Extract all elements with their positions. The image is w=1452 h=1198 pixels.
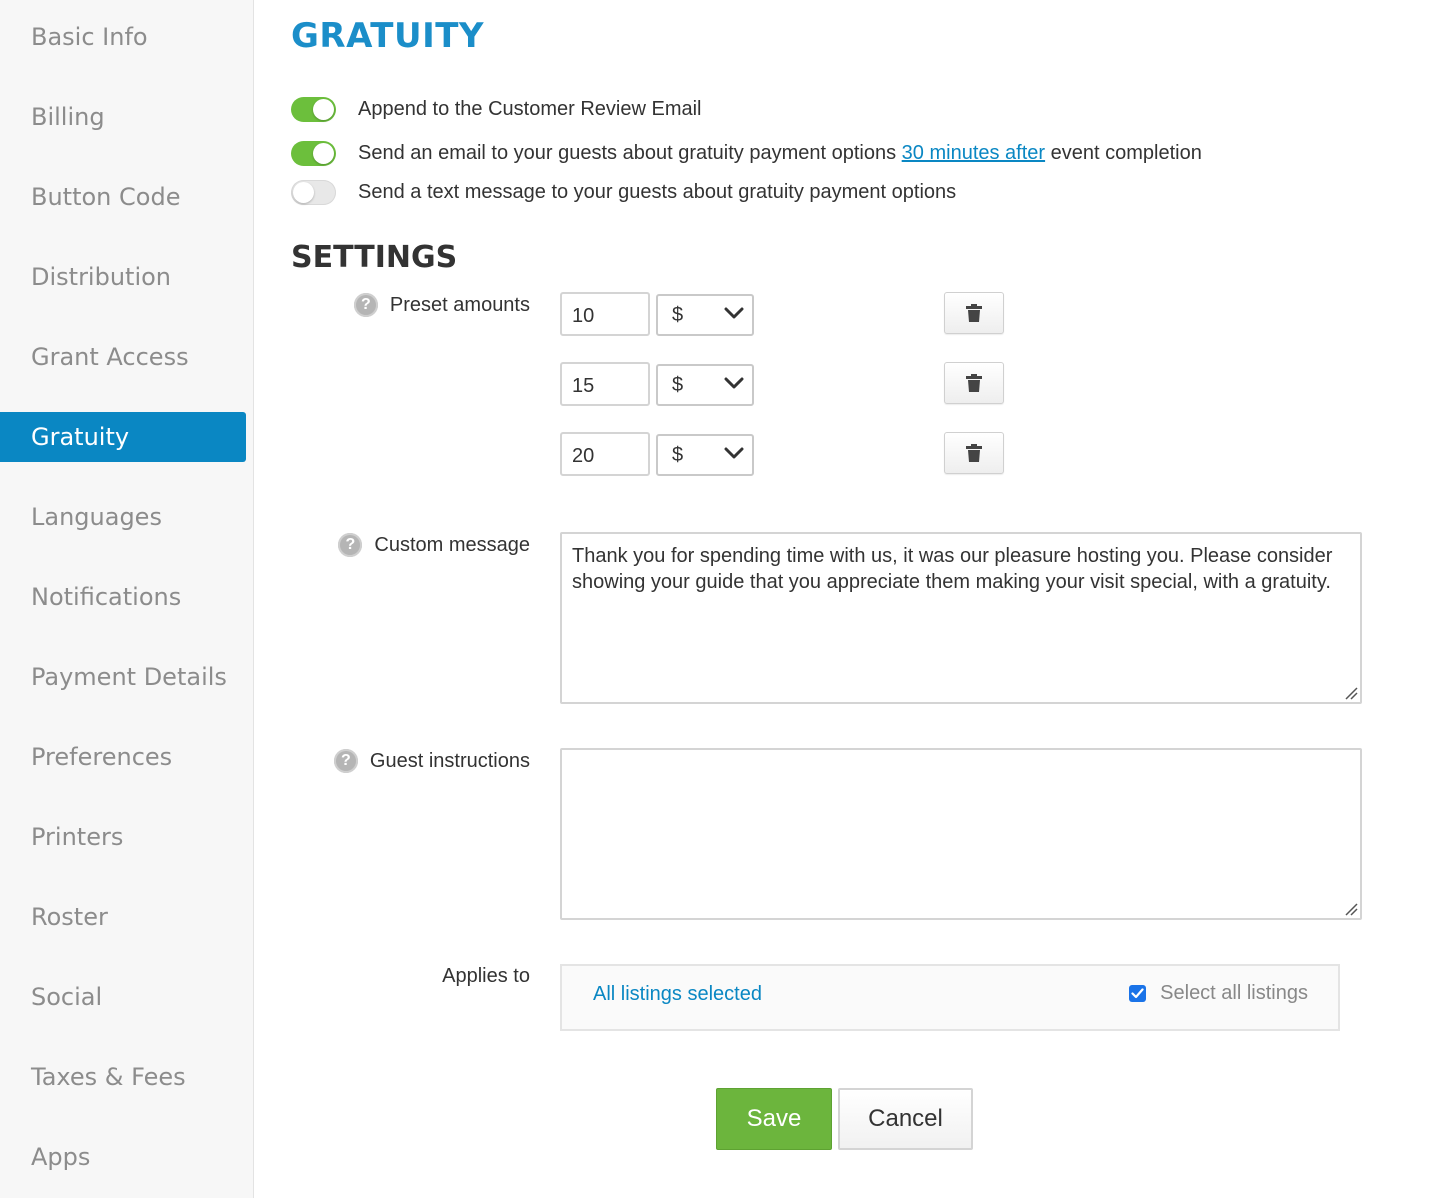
currency-select-2[interactable]: $ [656, 364, 754, 406]
help-icon[interactable]: ? [338, 533, 363, 557]
settings-heading: SETTINGS [291, 240, 458, 275]
currency-select-1[interactable]: $ [656, 294, 754, 336]
email-guests-label: Send an email to your guests about gratu… [358, 142, 1202, 165]
save-button[interactable]: Save [716, 1088, 832, 1150]
gratuity-panel: GRATUITY Append to the Customer Review E… [254, 0, 1452, 1198]
email-timing-link[interactable]: 30 minutes after [902, 142, 1045, 164]
sidebar-item-gratuity[interactable]: Gratuity [0, 412, 246, 462]
email-guests-text-after: event completion [1045, 141, 1202, 164]
applies-to-text: Applies to [442, 965, 530, 987]
trash-icon [966, 444, 982, 462]
text-guests-label: Send a text message to your guests about… [358, 180, 957, 203]
help-icon[interactable]: ? [333, 749, 358, 773]
guest-instructions-textarea[interactable] [560, 748, 1362, 920]
sidebar-item-payment-details[interactable]: Payment Details [0, 652, 246, 702]
delete-preset-button-2[interactable] [944, 362, 1004, 404]
delete-preset-button-3[interactable] [944, 432, 1004, 474]
sidebar-item-basic-info[interactable]: Basic Info [0, 12, 246, 62]
preset-amounts-text: Preset amounts [389, 293, 530, 316]
preset-amount-input-2[interactable]: 15 [560, 362, 650, 406]
currency-select-3[interactable]: $ [656, 434, 754, 476]
preset-amount-input-1[interactable]: 10 [560, 292, 650, 336]
review-email-toggle[interactable] [291, 96, 336, 122]
sidebar-item-taxes-fees[interactable]: Taxes & Fees [0, 1052, 246, 1102]
sidebar-item-preferences[interactable]: Preferences [0, 732, 246, 782]
custom-message-text: Custom message [374, 533, 530, 556]
toggle-knob [313, 142, 334, 164]
sidebar-item-billing[interactable]: Billing [0, 92, 246, 142]
review-email-label: Append to the Customer Review Email [358, 97, 702, 120]
sidebar-item-roster[interactable]: Roster [0, 892, 246, 942]
applies-to-label: Applies to [442, 965, 530, 988]
custom-message-textarea[interactable]: Thank you for spending time with us, it … [560, 532, 1362, 704]
help-icon[interactable]: ? [353, 293, 378, 317]
toggle-row-text-guests: Send a text message to your guests about… [291, 178, 956, 206]
sidebar-item-social[interactable]: Social [0, 972, 246, 1022]
currency-value: $ [672, 374, 684, 396]
trash-icon [966, 304, 982, 322]
trash-icon [966, 374, 982, 392]
delete-preset-button-1[interactable] [944, 292, 1004, 334]
custom-message-label: ? Custom message [338, 533, 530, 557]
toggle-knob [313, 98, 334, 120]
guest-instructions-label: ? Guest instructions [333, 749, 530, 773]
toggle-row-email-guests: Send an email to your guests about gratu… [291, 139, 1202, 167]
cancel-button[interactable]: Cancel [838, 1088, 973, 1150]
preset-amount-input-3[interactable]: 20 [560, 432, 650, 476]
sidebar-item-grant-access[interactable]: Grant Access [0, 332, 246, 382]
select-all-checkbox[interactable] [1129, 985, 1147, 1002]
settings-sidebar: Basic Info Billing Button Code Distribut… [0, 0, 254, 1198]
currency-value: $ [672, 304, 684, 326]
currency-value: $ [672, 444, 684, 466]
select-all-label: Select all listings [1160, 982, 1308, 1004]
listings-selector: All listings selected Select all listing… [560, 964, 1340, 1031]
sidebar-item-notifications[interactable]: Notifications [0, 572, 246, 622]
preset-amounts-label: ? Preset amounts [353, 293, 530, 317]
text-guests-toggle[interactable] [291, 179, 336, 205]
select-all-listings: Select all listings [1129, 982, 1308, 1005]
toggle-row-review-email: Append to the Customer Review Email [291, 95, 702, 123]
chevron-down-icon [724, 377, 744, 389]
resize-grip-icon[interactable] [1344, 686, 1358, 700]
sidebar-item-languages[interactable]: Languages [0, 492, 246, 542]
listings-selected-link[interactable]: All listings selected [593, 983, 762, 1006]
custom-message-value: Thank you for spending time with us, it … [572, 545, 1333, 593]
sidebar-item-distribution[interactable]: Distribution [0, 252, 246, 302]
resize-grip-icon[interactable] [1344, 902, 1358, 916]
sidebar-item-button-code[interactable]: Button Code [0, 172, 246, 222]
email-guests-text-before: Send an email to your guests about gratu… [358, 141, 902, 164]
checkmark-icon [1131, 988, 1144, 999]
sidebar-item-printers[interactable]: Printers [0, 812, 246, 862]
sidebar-item-apps[interactable]: Apps [0, 1132, 246, 1182]
email-guests-toggle[interactable] [291, 140, 336, 166]
guest-instructions-text: Guest instructions [369, 749, 530, 772]
toggle-knob [293, 181, 314, 203]
chevron-down-icon [724, 447, 744, 459]
chevron-down-icon [724, 307, 744, 319]
page-title: GRATUITY [291, 16, 485, 56]
